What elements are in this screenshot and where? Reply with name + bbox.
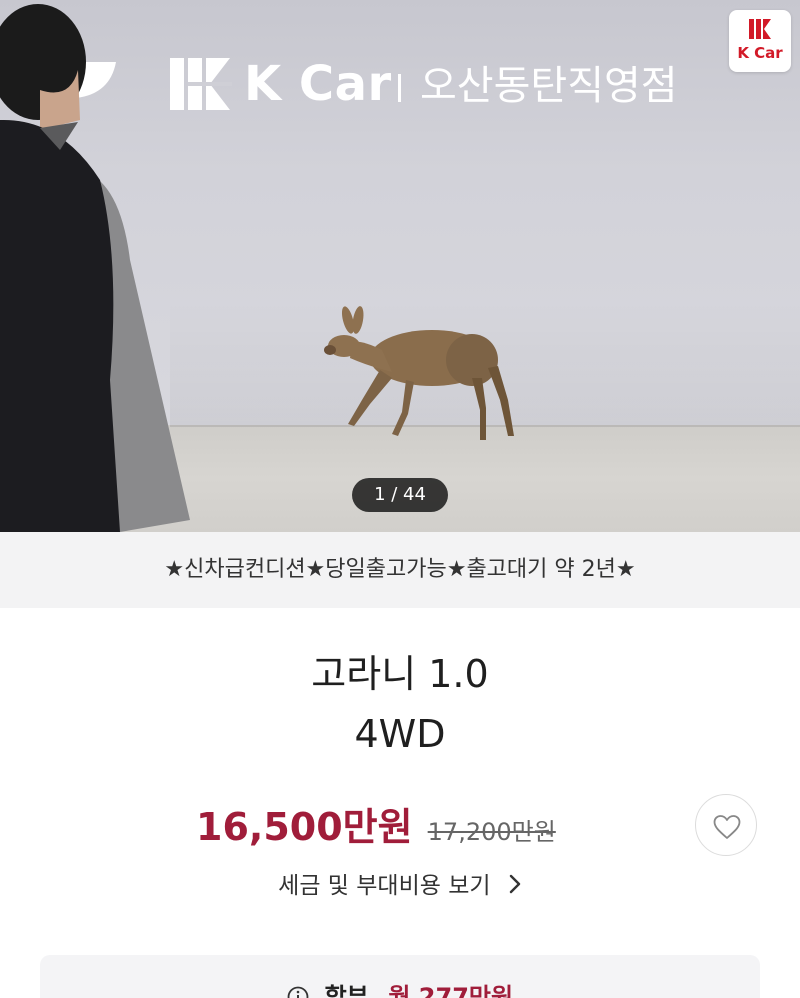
- photo-page-counter: 1 / 44: [352, 478, 448, 512]
- listing-details: 고라니 1.0 4WD 16,500만원 17,200만원 세금 및 부대비용 …: [0, 608, 800, 998]
- car-subtitle: 4WD: [354, 712, 446, 756]
- price-original: 17,200만원: [427, 818, 556, 846]
- installment-box[interactable]: 할부 월 277만원: [40, 955, 760, 998]
- sign-branch-text: 오산동탄직영점: [420, 63, 678, 109]
- kcar-badge: K Car: [729, 10, 791, 72]
- fees-link[interactable]: 세금 및 부대비용 보기: [0, 866, 800, 906]
- fees-link-label: 세금 및 부대비용 보기: [278, 873, 491, 899]
- chevron-right-icon: [509, 874, 521, 894]
- heart-icon: [713, 815, 741, 839]
- installment-label: 할부: [324, 983, 369, 998]
- listing-photo[interactable]: K Car 오산동탄직영점 K Car 1 / 44: [0, 0, 800, 532]
- car-title: 고라니 1.0: [311, 652, 489, 696]
- installment-value: 월 277만원: [388, 983, 514, 998]
- sign-brand-text: K Car: [244, 56, 392, 112]
- favorite-button[interactable]: [695, 794, 757, 856]
- kcar-logo-icon: [749, 19, 771, 39]
- person-figure: [0, 4, 190, 532]
- deer-figure: [324, 306, 514, 440]
- sign-divider: [398, 74, 401, 102]
- kcar-badge-text: K Car: [737, 44, 783, 62]
- listing-tagline: ★신차급컨디션★당일출고가능★출고대기 약 2년★: [0, 532, 800, 608]
- price-current: 16,500만원: [196, 805, 413, 849]
- price-row: 16,500만원 17,200만원: [196, 796, 556, 849]
- installment-content: 할부 월 277만원: [40, 977, 760, 998]
- info-icon: [287, 986, 309, 998]
